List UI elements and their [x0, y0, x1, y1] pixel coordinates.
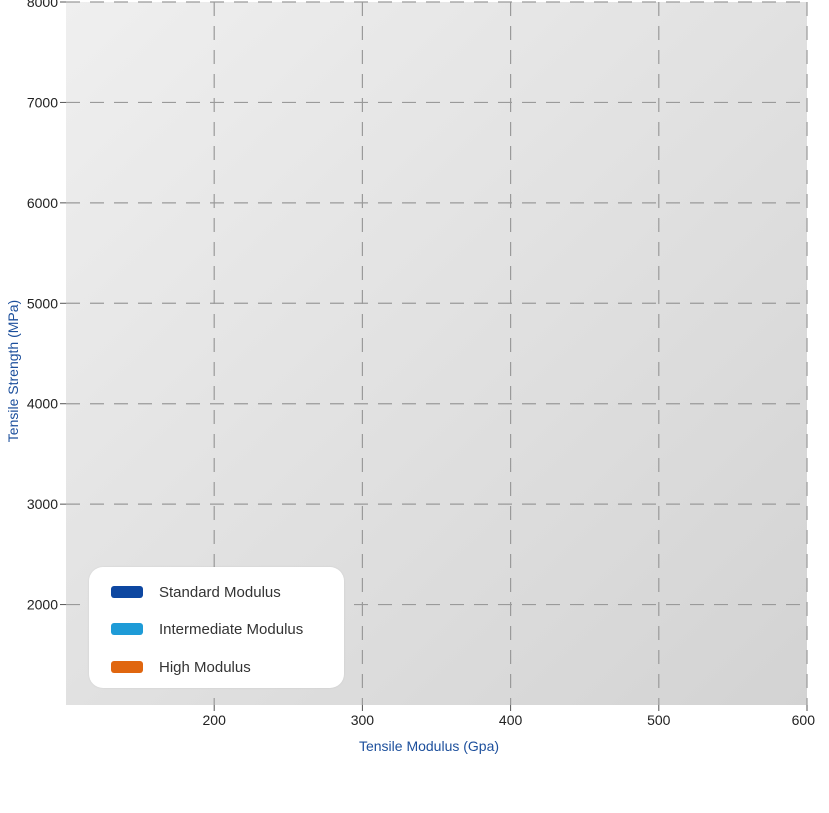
legend-item-high-modulus[interactable]: High Modulus — [111, 657, 251, 677]
y-tick-label: 7000 — [27, 94, 58, 110]
x-tick-label: 300 — [351, 712, 375, 728]
legend-item-intermediate-modulus[interactable]: Intermediate Modulus — [111, 619, 303, 639]
y-axis-title: Tensile Strength (MPa) — [5, 300, 21, 442]
chart-container: 200 300 400 500 600 2000 3000 4000 5000 6000 7000… — [0, 0, 829, 813]
legend-swatch-intermediate-modulus — [111, 623, 143, 635]
legend-label: High Modulus — [159, 658, 251, 676]
x-tick-label: 500 — [647, 712, 671, 728]
y-tick-label: 2000 — [27, 597, 58, 613]
y-tick-labels: 2000 3000 4000 5000 6000 7000 8000 — [27, 0, 58, 613]
x-tick-label: 400 — [499, 712, 523, 728]
y-tick-label: 5000 — [27, 295, 58, 311]
legend-swatch-high-modulus — [111, 661, 143, 673]
legend-item-standard-modulus[interactable]: Standard Modulus — [111, 582, 281, 602]
x-tick-labels: 200 300 400 500 600 — [203, 712, 816, 728]
x-tick-label: 600 — [792, 712, 816, 728]
legend-label: Intermediate Modulus — [159, 620, 304, 638]
x-tick-label: 200 — [203, 712, 227, 728]
y-tick-label: 8000 — [27, 0, 58, 10]
legend-label: Standard Modulus — [159, 583, 281, 601]
y-tick-label: 3000 — [27, 496, 58, 512]
y-tick-label: 4000 — [27, 396, 58, 412]
chart-svg: 200 300 400 500 600 2000 3000 4000 5000 6000 7000… — [5, 0, 816, 754]
y-tick-label: 6000 — [27, 195, 58, 211]
x-axis-title: Tensile Modulus (Gpa) — [359, 738, 499, 754]
legend-swatch-standard-modulus — [111, 586, 143, 598]
legend: Standard Modulus Intermediate Modulus Hi… — [89, 567, 344, 688]
